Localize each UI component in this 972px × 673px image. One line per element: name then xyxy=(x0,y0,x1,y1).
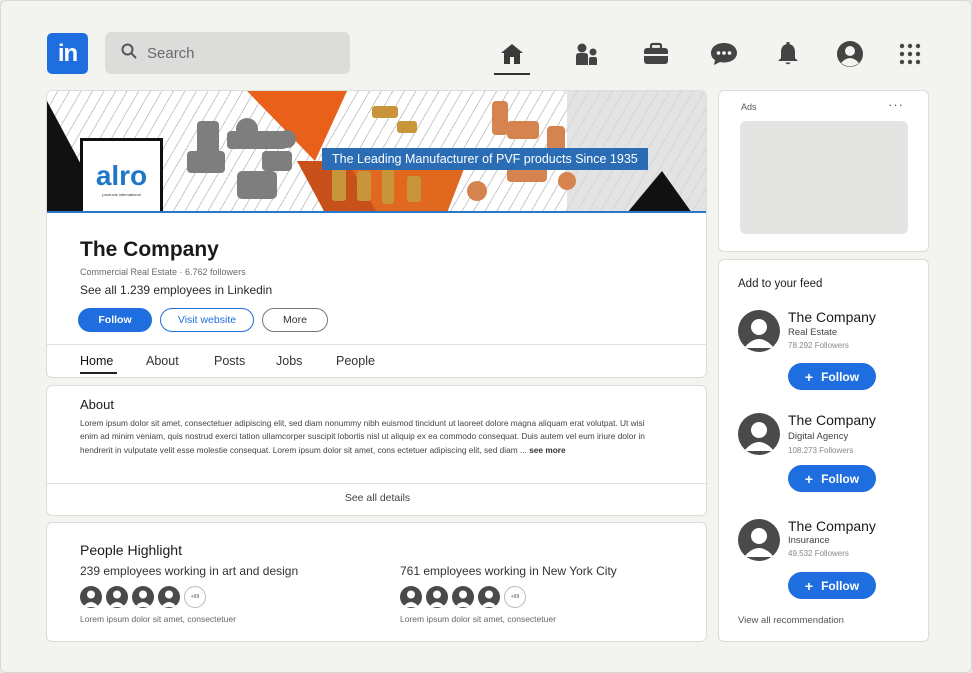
view-all-recommendations-link[interactable]: View all recommendation xyxy=(738,615,844,626)
search-bar[interactable] xyxy=(105,32,350,74)
rec-follow-button[interactable]: + Follow xyxy=(788,363,876,390)
see-more-link[interactable]: see more xyxy=(529,445,565,455)
briefcase-icon[interactable] xyxy=(640,38,672,70)
company-name: The Company xyxy=(80,238,219,261)
bell-icon[interactable] xyxy=(772,38,804,70)
search-icon xyxy=(121,43,137,64)
rec-company-name[interactable]: The Company xyxy=(788,518,876,534)
about-text: Lorem ipsum dolor sit amet, consectetuer… xyxy=(80,417,650,457)
avatar xyxy=(452,586,474,608)
visit-website-label: Visit website xyxy=(177,314,237,326)
avatar xyxy=(80,586,102,608)
rec-follow-label: Follow xyxy=(821,471,860,486)
company-meta: Commercial Real Estate · 6.762 followers xyxy=(80,267,246,277)
company-logo[interactable]: alro products international xyxy=(80,138,163,211)
avatar xyxy=(106,586,128,608)
more-button[interactable]: More xyxy=(262,308,328,332)
about-card: About Lorem ipsum dolor sit amet, consec… xyxy=(46,385,708,516)
about-title: About xyxy=(80,397,114,412)
rec-company-name[interactable]: The Company xyxy=(788,309,876,325)
avatar xyxy=(158,586,180,608)
feed-title: Add to your feed xyxy=(738,278,823,290)
tab-people[interactable]: People xyxy=(336,354,375,368)
company-logo-wordmark: alro xyxy=(95,159,148,191)
search-input[interactable] xyxy=(147,44,327,62)
follow-button[interactable]: Follow xyxy=(78,308,152,332)
company-logo-subtitle: products international xyxy=(102,191,141,197)
people-group-text[interactable]: 239 employees working in art and design xyxy=(80,564,298,578)
people-group-avatars[interactable]: +99 xyxy=(80,586,206,608)
avatar[interactable] xyxy=(738,310,780,352)
ads-card: Ads ··· xyxy=(718,90,929,252)
home-icon[interactable] xyxy=(496,38,528,70)
rec-followers: 78.292 Followers xyxy=(788,341,849,350)
ads-menu-icon[interactable]: ··· xyxy=(888,97,904,112)
rec-industry: Insurance xyxy=(788,535,830,546)
tab-jobs[interactable]: Jobs xyxy=(276,354,302,368)
avatar xyxy=(400,586,422,608)
rec-follow-label: Follow xyxy=(821,578,860,593)
people-icon[interactable] xyxy=(571,38,603,70)
ad-placeholder[interactable] xyxy=(740,121,908,234)
follow-button-label: Follow xyxy=(98,314,132,326)
rec-followers: 108.273 Followers xyxy=(788,446,854,455)
company-header-card: alro products international The Leading … xyxy=(46,90,707,378)
employees-link[interactable]: See all 1.239 employees in Linkedin xyxy=(80,283,272,297)
see-all-details-link[interactable]: See all details xyxy=(47,492,708,504)
visit-website-button[interactable]: Visit website xyxy=(160,308,254,332)
tab-about[interactable]: About xyxy=(146,354,179,368)
people-highlight-card: People Highlight 239 employees working i… xyxy=(46,522,707,642)
tab-posts[interactable]: Posts xyxy=(214,354,245,368)
plus-icon: + xyxy=(804,470,814,487)
avatar xyxy=(426,586,448,608)
apps-grid-icon[interactable] xyxy=(894,38,926,70)
more-button-label: More xyxy=(283,314,307,326)
banner-tagline: The Leading Manufacturer of PVF products… xyxy=(322,148,648,170)
ads-label: Ads xyxy=(741,102,757,112)
rec-follow-label: Follow xyxy=(821,369,860,384)
rec-followers: 49.532 Followers xyxy=(788,549,849,558)
people-group-caption: Lorem ipsum dolor sit amet, consectetuer xyxy=(400,614,556,624)
rec-company-name[interactable]: The Company xyxy=(788,412,876,428)
avatar[interactable] xyxy=(738,519,780,561)
rec-industry: Real Estate xyxy=(788,327,838,338)
plus-icon: + xyxy=(804,577,814,594)
plus-icon: + xyxy=(804,368,814,385)
rec-follow-button[interactable]: + Follow xyxy=(788,572,876,599)
company-banner: alro products international The Leading … xyxy=(47,91,706,213)
rec-follow-button[interactable]: + Follow xyxy=(788,465,876,492)
tab-home[interactable]: Home xyxy=(80,354,113,368)
more-people-badge: +99 xyxy=(504,586,526,608)
avatar xyxy=(478,586,500,608)
about-divider xyxy=(47,483,708,484)
avatar xyxy=(132,586,154,608)
avatar[interactable] xyxy=(738,413,780,455)
tabs-divider xyxy=(47,344,706,345)
profile-icon[interactable] xyxy=(834,38,866,70)
active-tab-indicator xyxy=(80,372,117,374)
people-highlight-title: People Highlight xyxy=(80,542,182,558)
people-group-caption: Lorem ipsum dolor sit amet, consectetuer xyxy=(80,614,236,624)
home-active-indicator xyxy=(494,73,530,75)
add-to-feed-card: Add to your feed The Company Real Estate… xyxy=(718,259,929,642)
rec-industry: Digital Agency xyxy=(788,431,849,442)
people-group-avatars[interactable]: +99 xyxy=(400,586,526,608)
more-people-badge: +99 xyxy=(184,586,206,608)
linkedin-logo[interactable]: in xyxy=(47,33,88,74)
people-group-text[interactable]: 761 employees working in New York City xyxy=(400,564,617,578)
messaging-icon[interactable] xyxy=(708,38,740,70)
